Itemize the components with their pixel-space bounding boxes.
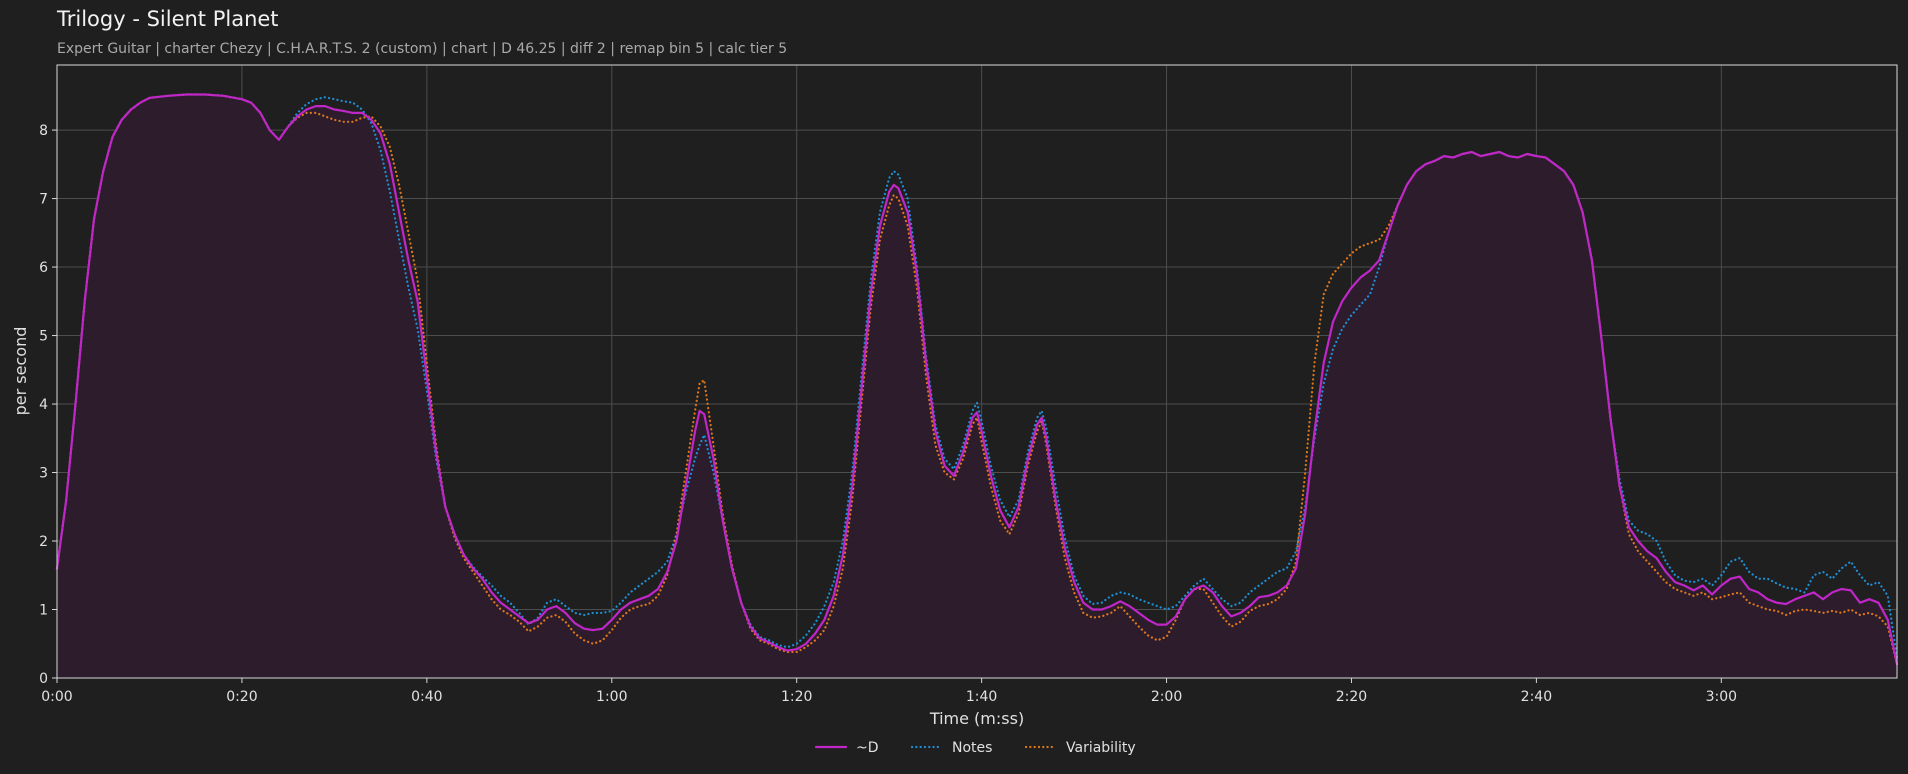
x-tick-label: 3:00 xyxy=(1706,689,1737,705)
x-tick-label: 1:40 xyxy=(966,689,997,705)
x-tick-label: 0:40 xyxy=(411,689,442,705)
y-tick-label: 7 xyxy=(39,192,48,208)
y-tick-label: 3 xyxy=(39,466,48,482)
y-axis: 0 1 2 3 4 5 6 7 8 xyxy=(39,123,57,687)
x-tick-label: 0:00 xyxy=(41,689,72,705)
legend-label-variability: Variability xyxy=(1066,740,1136,756)
y-axis-label: per second xyxy=(11,327,30,416)
chart-canvas: 0:00 0:20 0:40 1:00 1:20 1:40 2:00 2:20 2:40 3:00… xyxy=(11,64,1899,756)
y-tick-label: 1 xyxy=(39,603,48,619)
legend: ~D Notes Variability xyxy=(814,740,1136,756)
x-tick-label: 2:40 xyxy=(1521,689,1552,705)
y-tick-label: 0 xyxy=(39,671,48,687)
x-tick-label: 1:00 xyxy=(596,689,627,705)
y-tick-label: 6 xyxy=(39,260,48,276)
y-tick-label: 8 xyxy=(39,123,48,139)
x-tick-label: 2:00 xyxy=(1151,689,1182,705)
x-axis: 0:00 0:20 0:40 1:00 1:20 1:40 2:00 2:20 2:40 3:00 xyxy=(41,678,1737,705)
legend-label-notes: Notes xyxy=(952,740,992,756)
legend-label-d: ~D xyxy=(856,740,879,756)
x-tick-label: 1:20 xyxy=(781,689,812,705)
y-tick-label: 5 xyxy=(39,329,48,345)
x-tick-label: 0:20 xyxy=(226,689,257,705)
y-tick-label: 2 xyxy=(39,534,48,550)
y-tick-label: 4 xyxy=(39,397,48,413)
x-tick-label: 2:20 xyxy=(1336,689,1367,705)
x-axis-label: Time (m:ss) xyxy=(929,709,1024,728)
